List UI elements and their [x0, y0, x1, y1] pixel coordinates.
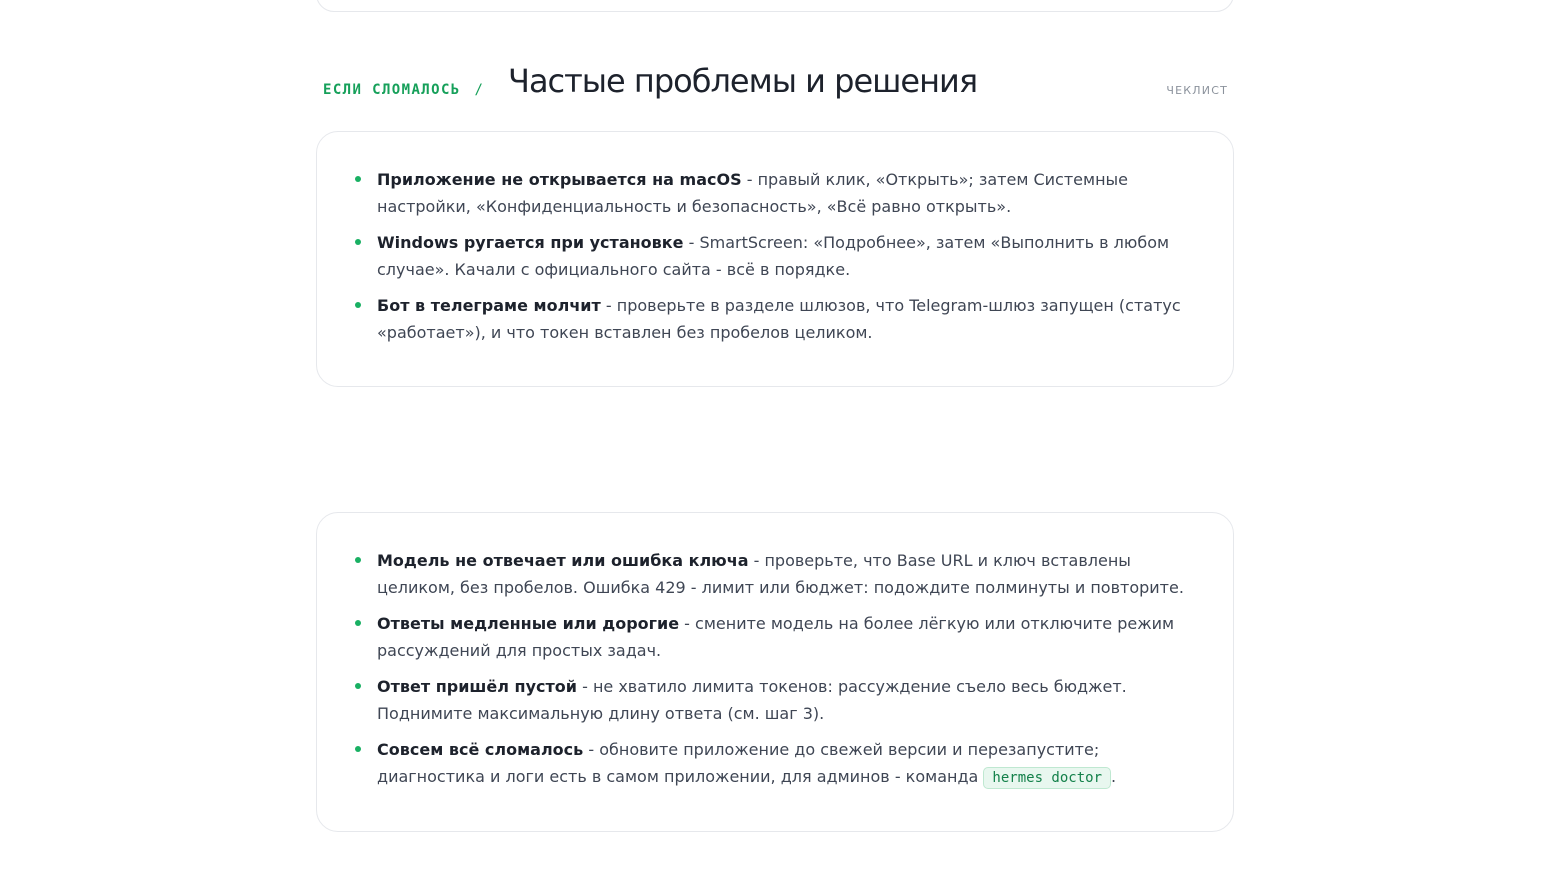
item-text-end: . [1111, 767, 1117, 786]
problems-list-model: Модель не отвечает или ошибка ключа - пр… [317, 513, 1233, 790]
list-item: Ответы медленные или дорогие - смените м… [355, 610, 1193, 664]
problems-card-model: Модель не отвечает или ошибка ключа - пр… [316, 512, 1234, 832]
item-title: Приложение не открывается на macOS [377, 170, 742, 189]
item-title: Ответ пришёл пустой [377, 677, 577, 696]
list-item: Совсем всё сломалось - обновите приложен… [355, 736, 1193, 790]
item-title: Бот в телеграме молчит [377, 296, 601, 315]
list-item: Бот в телеграме молчит - проверьте в раз… [355, 292, 1193, 346]
list-item: Ответ пришёл пустой - не хватило лимита … [355, 673, 1193, 727]
problems-list-app: Приложение не открывается на macOS - пра… [317, 132, 1233, 346]
item-title: Модель не отвечает или ошибка ключа [377, 551, 749, 570]
item-title: Совсем всё сломалось [377, 740, 584, 759]
section-header: ЕСЛИ СЛОМАЛОСЬ / Частые проблемы и решен… [316, 60, 1234, 110]
eyebrow-label: ЕСЛИ СЛОМАЛОСЬ [323, 82, 461, 98]
eyebrow-separator: / [474, 82, 485, 98]
list-item: Приложение не открывается на macOS - пра… [355, 166, 1193, 220]
section-tag: ЧЕКЛИСТ [1166, 84, 1228, 97]
item-title: Ответы медленные или дорогие [377, 614, 680, 633]
previous-card-edge [316, 0, 1234, 12]
section-eyebrow: ЕСЛИ СЛОМАЛОСЬ / [323, 82, 484, 98]
list-item: Модель не отвечает или ошибка ключа - пр… [355, 547, 1193, 601]
command-code: hermes doctor [983, 767, 1111, 789]
item-title: Windows ругается при установке [377, 233, 684, 252]
problems-card-app: Приложение не открывается на macOS - пра… [316, 131, 1234, 387]
section-title: Частые проблемы и решения [508, 62, 978, 100]
list-item: Windows ругается при установке - SmartSc… [355, 229, 1193, 283]
